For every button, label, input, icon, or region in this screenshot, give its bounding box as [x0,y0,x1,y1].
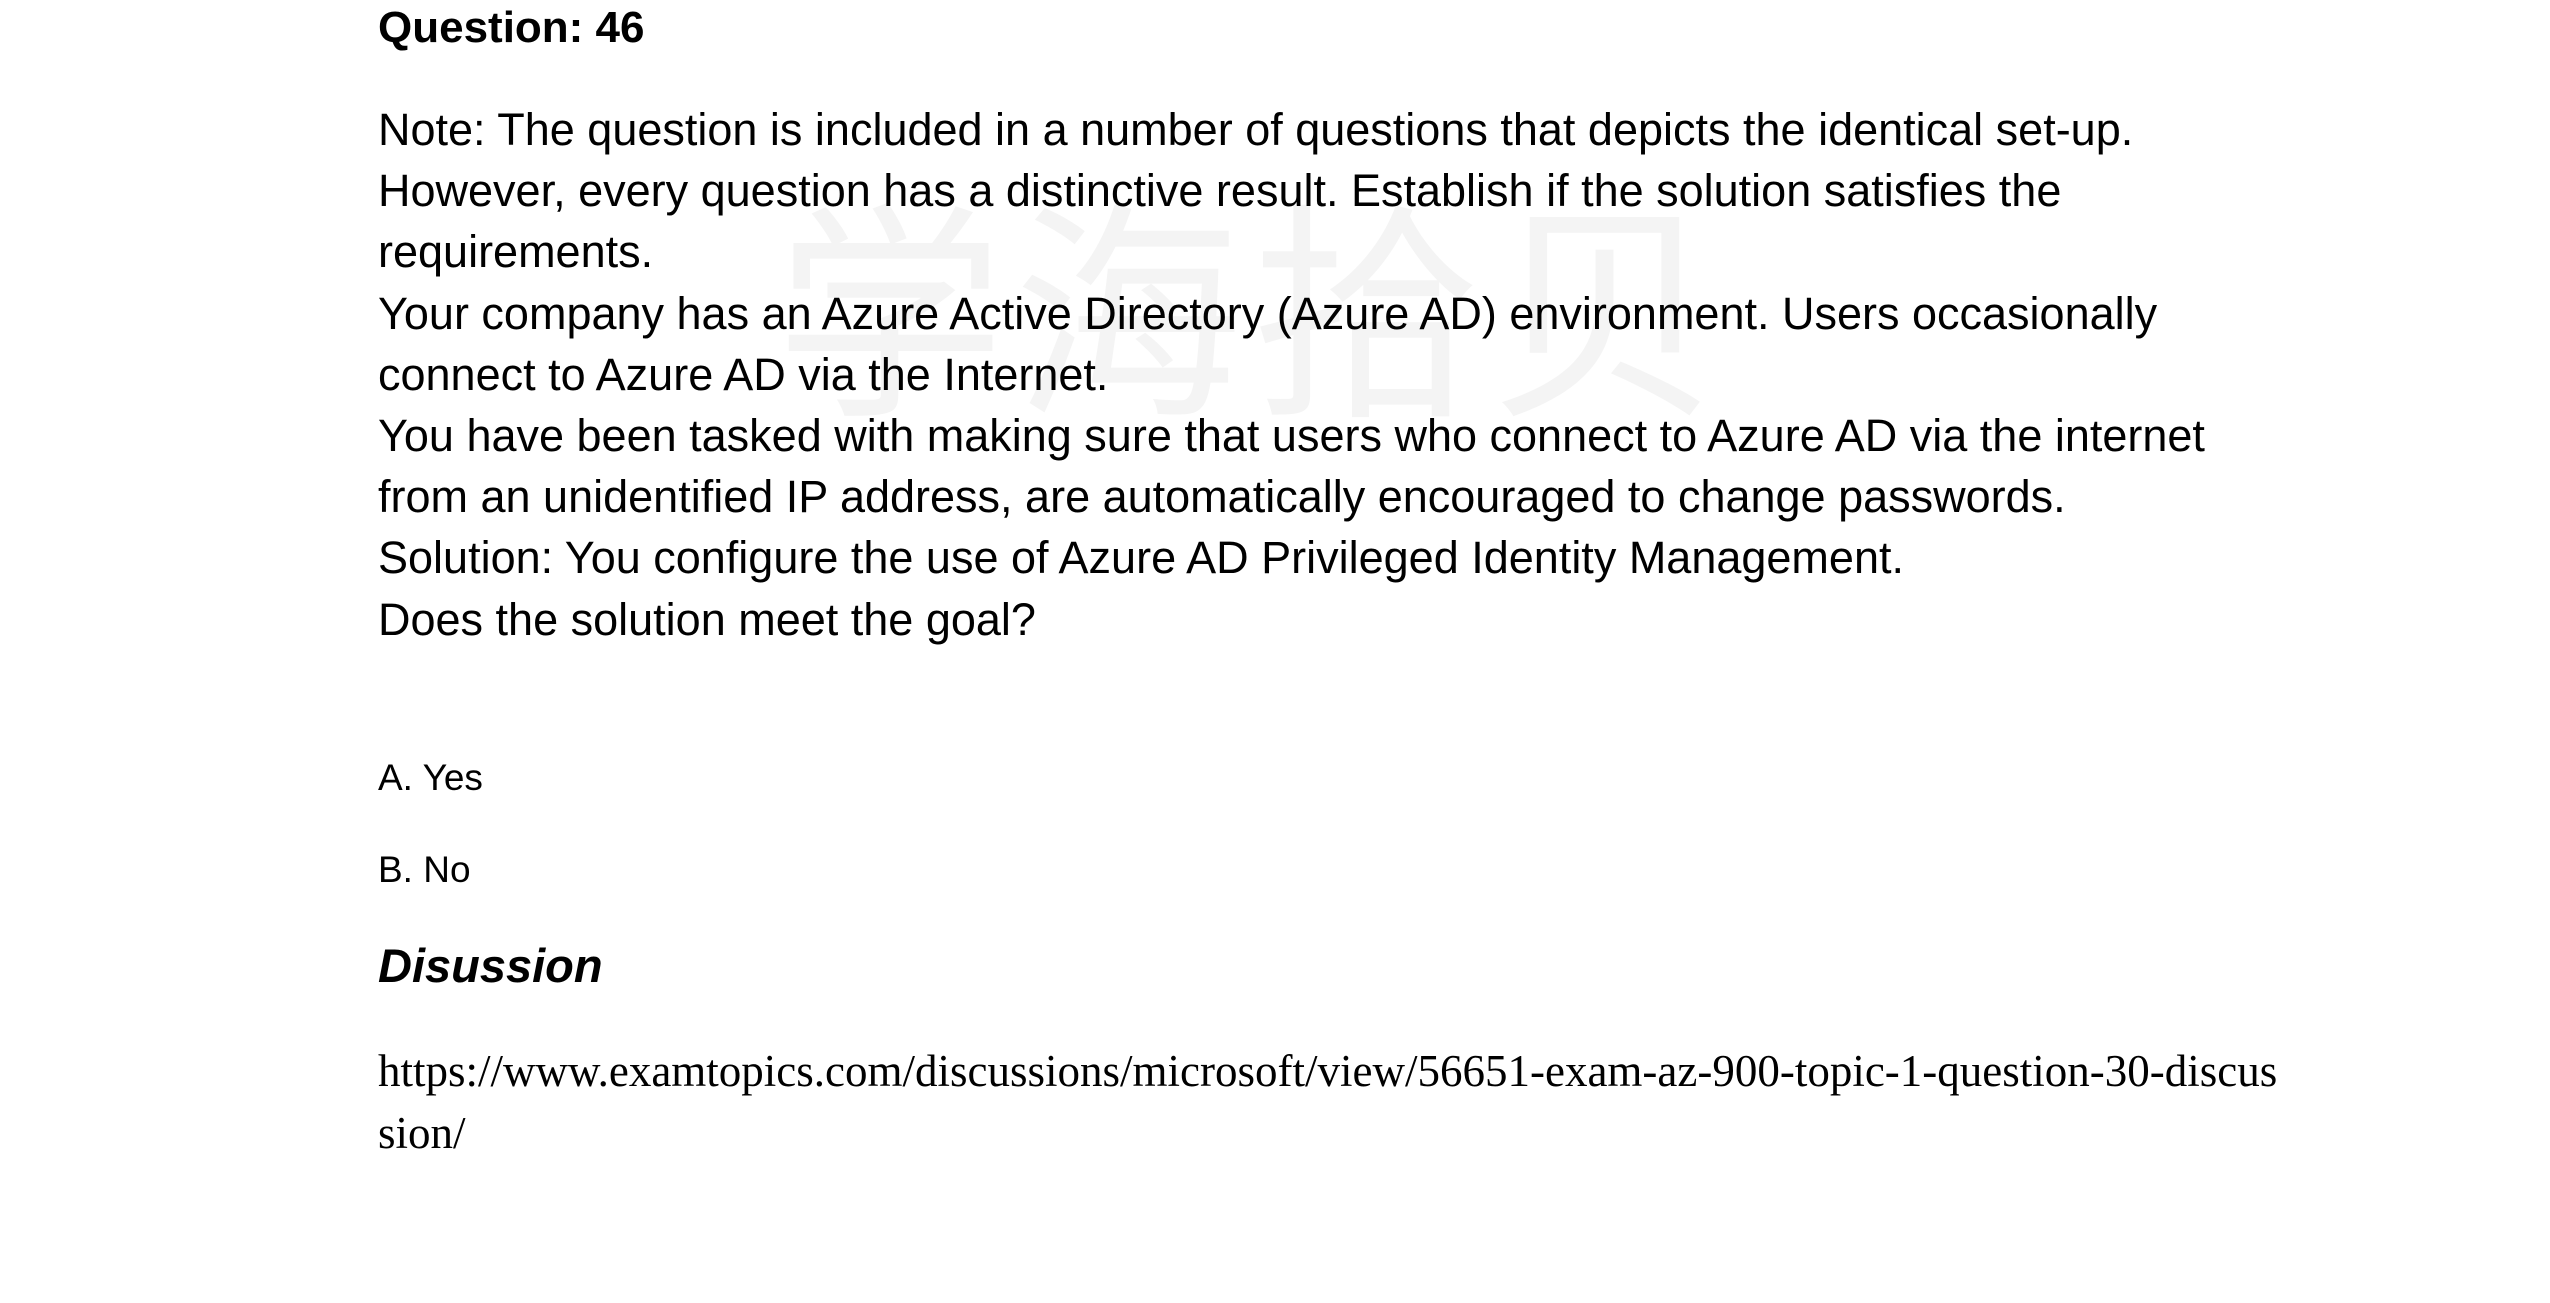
question-title: Question: 46 [378,3,645,52]
question-paragraph-task: You have been tasked with making sure th… [378,410,2205,523]
answer-option-a: A. Yes [378,757,483,798]
question-paragraph-prompt: Does the solution meet the goal? [378,593,1036,645]
question-body: Note: The question is included in a numb… [378,99,2278,650]
discussion-link[interactable]: https://www.examtopics.com/discussions/m… [378,1040,2278,1164]
answer-option-b: B. No [378,849,471,890]
question-paragraph-note: Note: The question is included in a numb… [378,104,2134,278]
question-paragraph-solution: Solution: You configure the use of Azure… [378,532,1904,584]
discussion-heading: Disussion [378,939,603,992]
question-paragraph-scenario: Your company has an Azure Active Directo… [378,287,2158,400]
